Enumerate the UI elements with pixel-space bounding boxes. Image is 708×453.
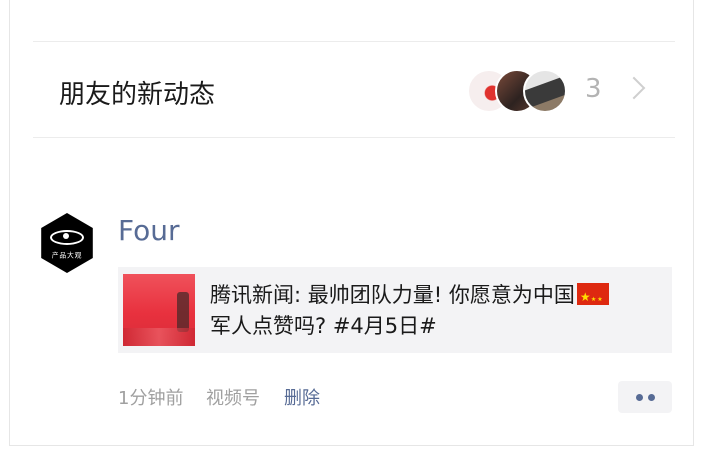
friends-updates-label: 朋友的新动态 [59, 80, 216, 110]
friend-avatar-stack [467, 66, 567, 113]
author-avatar[interactable]: 产品大观 [37, 213, 97, 273]
delete-link[interactable]: 删除 [284, 384, 320, 410]
shared-link-title: 腾讯新闻: 最帅团队力量! 你愿意为中国 军人点赞吗? #4月5日# [210, 280, 660, 342]
friends-updates-count: 3 [585, 74, 602, 104]
shared-link-title-line2: 军人点赞吗? #4月5日# [210, 314, 437, 338]
more-dots-icon [636, 394, 643, 401]
divider [33, 41, 675, 42]
post-source: 视频号 [206, 388, 260, 409]
more-dots-icon [648, 394, 655, 401]
friend-avatar [523, 69, 567, 113]
eye-logo-icon: 产品大观 [41, 213, 93, 273]
author-name[interactable]: Four [118, 214, 180, 247]
eye-icon [50, 229, 84, 245]
china-flag-icon [576, 282, 609, 315]
divider [33, 137, 675, 138]
more-actions-button[interactable] [618, 381, 672, 413]
shared-link-title-line1: 腾讯新闻: 最帅团队力量! 你愿意为中国 [210, 283, 575, 307]
avatar-caption: 产品大观 [51, 251, 83, 259]
post-timestamp: 1分钟前 [118, 388, 184, 409]
shared-link-card[interactable]: 腾讯新闻: 最帅团队力量! 你愿意为中国 军人点赞吗? #4月5日# [118, 267, 672, 353]
shared-video-thumbnail [123, 274, 195, 346]
chevron-right-icon [622, 76, 646, 100]
friends-updates-row[interactable]: 朋友的新动态 3 [22, 60, 678, 120]
